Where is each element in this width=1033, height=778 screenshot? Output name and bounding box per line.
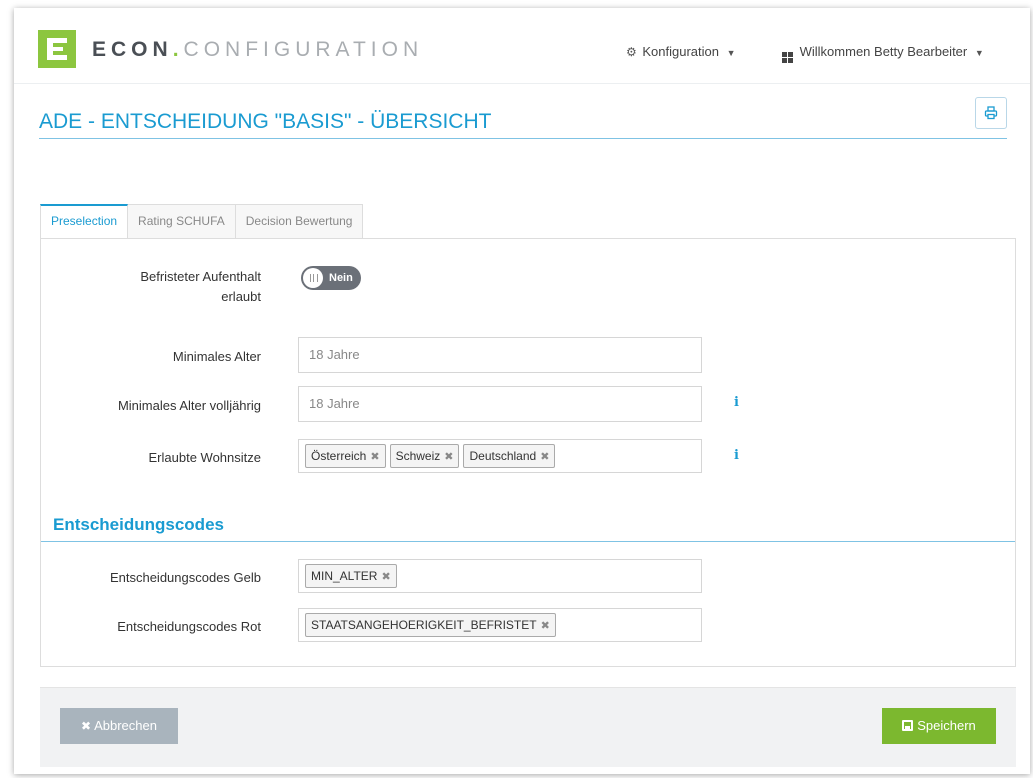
min-alter-volljaehrig-label: Minimales Alter volljährig [117,398,261,413]
navbar: ECON.CONFIGURATION ⚙ Konfiguration ▼ Wil… [14,8,1030,84]
gear-icon: ⚙ [626,45,637,59]
toggle-knob-icon [303,268,323,288]
section-title-entscheidungscodes: Entscheidungscodes [53,515,224,534]
remove-tag-icon[interactable]: ✖ [370,451,379,463]
config-menu[interactable]: ⚙ Konfiguration ▼ [626,44,736,59]
brand-dot: . [172,38,184,61]
remove-tag-icon[interactable]: ✖ [541,620,550,632]
tag-label: Österreich [311,449,367,463]
remove-tag-icon[interactable]: ✖ [381,571,390,583]
befristet-label-line2: erlaubt [221,289,261,304]
tag-schweiz: Schweiz ✖ [389,444,460,468]
tag-label: MIN_ALTER [311,569,378,583]
wohnsitze-label: Erlaubte Wohnsitze [148,450,262,465]
befristet-toggle[interactable]: Nein [301,266,361,290]
tag-label: Schweiz [395,449,441,463]
wohnsitze-select[interactable]: Österreich ✖ Schweiz ✖ Deutschland ✖ [298,439,702,473]
tag-deutschland: Deutschland ✖ [463,444,556,468]
info-icon[interactable]: i [734,395,739,410]
user-menu[interactable]: Willkommen Betty Bearbeiter ▼ [782,44,984,63]
app-window: ECON.CONFIGURATION ⚙ Konfiguration ▼ Wil… [14,8,1030,774]
cancel-button-label: Abbrechen [94,718,157,733]
tab-rating-schufa[interactable]: Rating SCHUFA [128,204,236,239]
codes-rot-select[interactable]: STAATSANGEHOERIGKEIT_BEFRISTET ✖ [298,608,702,642]
tag-staatsangehoerigkeit-befristet: STAATSANGEHOERIGKEIT_BEFRISTET ✖ [305,613,556,637]
befristet-label-line1: Befristeter Aufenthalt [140,269,261,284]
close-icon: ✖ [81,719,92,733]
user-menu-label: Willkommen Betty Bearbeiter [799,44,968,59]
tab-panel: Befristeter Aufenthalt erlaubt Nein Mini… [40,238,1016,667]
tab-bar: Preselection Rating SCHUFA Decision Bewe… [40,204,364,239]
min-alter-input[interactable]: 18 Jahre [298,337,702,373]
page-title: ADE - ENTSCHEIDUNG "BASIS" - ÜBERSICHT [39,110,492,133]
befristet-label: Befristeter Aufenthalt erlaubt [41,267,261,307]
info-icon[interactable]: i [734,448,739,463]
brand-name: ECON.CONFIGURATION [92,38,423,62]
caret-down-icon: ▼ [974,48,984,58]
brand-secondary: CONFIGURATION [183,38,424,61]
remove-tag-icon[interactable]: ✖ [540,451,549,463]
section-divider [41,541,1015,542]
codes-gelb-select[interactable]: MIN_ALTER ✖ [298,559,702,593]
print-button[interactable] [975,97,1007,129]
caret-down-icon: ▼ [726,48,736,58]
cancel-button[interactable]: ✖ Abbrechen [60,708,178,744]
title-divider [39,138,1007,139]
logo-icon [38,30,76,68]
grid-icon [782,52,793,63]
codes-rot-label: Entscheidungscodes Rot [117,619,261,634]
min-alter-label: Minimales Alter [172,349,261,364]
tag-label: Deutschland [469,449,537,463]
save-icon [902,720,914,731]
tag-oesterreich: Österreich ✖ [305,444,386,468]
tab-preselection[interactable]: Preselection [40,204,129,239]
form-footer: ✖ Abbrechen Speichern [40,687,1016,767]
tag-min-alter: MIN_ALTER ✖ [305,564,397,588]
save-button[interactable]: Speichern [882,708,996,744]
print-icon [984,106,998,120]
remove-tag-icon[interactable]: ✖ [444,451,453,463]
min-alter-volljaehrig-input[interactable]: 18 Jahre [298,386,702,422]
config-menu-label: Konfiguration [642,44,720,59]
codes-gelb-label: Entscheidungscodes Gelb [109,570,261,585]
brand-primary: ECON [92,38,173,61]
tag-label: STAATSANGEHOERIGKEIT_BEFRISTET [311,618,537,632]
tab-decision-bewertung[interactable]: Decision Bewertung [235,204,364,239]
save-button-label: Speichern [917,718,976,733]
toggle-label: Nein [329,272,353,284]
